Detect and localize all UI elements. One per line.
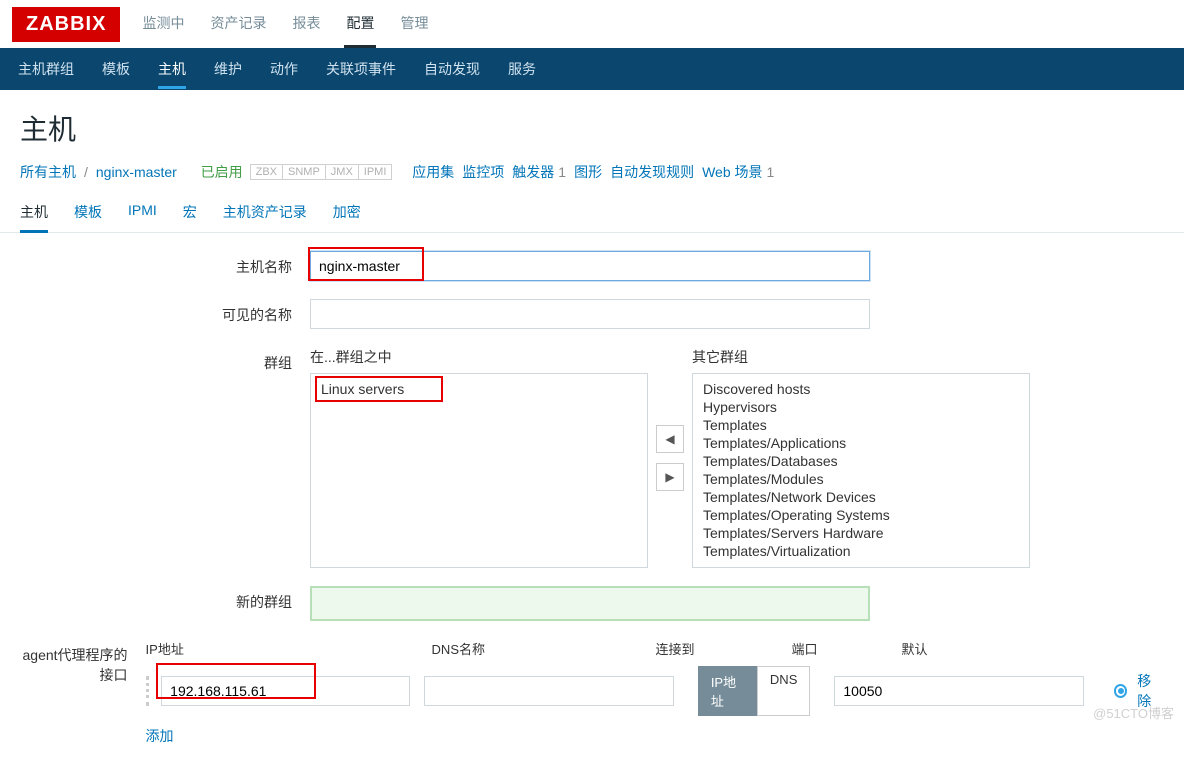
web-count: 1 <box>767 164 775 180</box>
subnav-hostgroups[interactable]: 主机群组 <box>18 49 74 89</box>
new-group-label: 新的群组 <box>20 586 310 612</box>
subnav-hosts[interactable]: 主机 <box>158 49 186 89</box>
list-item[interactable]: Templates/Applications <box>703 434 1019 452</box>
list-item[interactable]: Templates/Virtualization <box>703 542 1019 560</box>
list-item[interactable]: Hypervisors <box>703 398 1019 416</box>
tab-host[interactable]: 主机 <box>20 194 48 233</box>
logo[interactable]: ZABBIX <box>12 7 120 42</box>
topnav-monitoring[interactable]: 监测中 <box>140 1 186 48</box>
col-dns: DNS名称 <box>432 639 656 658</box>
link-items[interactable]: 监控项 <box>462 162 504 182</box>
list-item[interactable]: Templates/Databases <box>703 452 1019 470</box>
agent-interface-label: agent代理程序的接口 <box>20 639 146 685</box>
drag-handle-icon[interactable] <box>146 676 158 706</box>
topnav-administration[interactable]: 管理 <box>398 1 430 48</box>
tab-encryption[interactable]: 加密 <box>333 194 361 232</box>
tab-templates[interactable]: 模板 <box>74 194 102 232</box>
connect-toggle: IP地址 DNS <box>698 666 811 716</box>
badge-jmx: JMX <box>325 164 359 180</box>
dns-input[interactable] <box>424 676 673 706</box>
sub-nav: 主机群组 模板 主机 维护 动作 关联项事件 自动发现 服务 <box>0 48 1184 90</box>
subnav-maintenance[interactable]: 维护 <box>214 49 242 89</box>
move-right-button[interactable]: ▶ <box>656 463 684 491</box>
breadcrumb: 所有主机 / nginx-master 已启用 ZBX SNMP JMX IPM… <box>0 158 1184 194</box>
triggers-count: 1 <box>558 164 566 180</box>
list-item[interactable]: Templates/Modules <box>703 470 1019 488</box>
iface-header: IP地址 DNS名称 连接到 端口 默认 <box>146 639 1164 658</box>
top-nav: 监测中 资产记录 报表 配置 管理 <box>140 1 430 48</box>
subnav-discovery[interactable]: 自动发现 <box>424 49 480 89</box>
link-web[interactable]: Web 场景 <box>702 162 762 182</box>
crumb-host[interactable]: nginx-master <box>96 164 177 180</box>
host-status: 已启用 <box>201 162 243 182</box>
move-left-button[interactable]: ◀ <box>656 425 684 453</box>
subnav-actions[interactable]: 动作 <box>270 49 298 89</box>
topnav-configuration[interactable]: 配置 <box>344 1 376 48</box>
ip-input[interactable] <box>161 676 410 706</box>
host-name-label: 主机名称 <box>20 251 310 277</box>
list-item[interactable]: Linux servers <box>321 380 637 398</box>
in-groups-list[interactable]: Linux servers <box>310 373 648 568</box>
new-group-input[interactable] <box>310 586 870 621</box>
availability-badges: ZBX SNMP JMX IPMI <box>251 164 393 180</box>
list-item[interactable]: Discovered hosts <box>703 380 1019 398</box>
crumb-all-hosts[interactable]: 所有主机 <box>20 162 76 182</box>
crumb-sep: / <box>84 164 88 180</box>
link-graphs[interactable]: 图形 <box>574 162 602 182</box>
topnav-reports[interactable]: 报表 <box>290 1 322 48</box>
watermark: @51CTO博客 <box>1093 703 1174 722</box>
tab-inventory[interactable]: 主机资产记录 <box>223 194 307 232</box>
badge-snmp: SNMP <box>282 164 326 180</box>
col-ip: IP地址 <box>146 639 432 658</box>
col-default: 默认 <box>902 639 962 658</box>
other-groups-list[interactable]: Discovered hosts Hypervisors Templates T… <box>692 373 1030 568</box>
tab-macros[interactable]: 宏 <box>183 194 197 232</box>
port-input[interactable] <box>834 676 1083 706</box>
add-interface-link[interactable]: 添加 <box>146 726 174 746</box>
subnav-services[interactable]: 服务 <box>508 49 536 89</box>
groups-label: 群组 <box>20 347 310 373</box>
list-item[interactable]: Templates <box>703 416 1019 434</box>
link-triggers[interactable]: 触发器 <box>512 162 554 182</box>
badge-zbx: ZBX <box>250 164 283 180</box>
col-port: 端口 <box>792 639 902 658</box>
page-title: 主机 <box>0 90 1184 158</box>
list-item[interactable]: Templates/Servers Hardware <box>703 524 1019 542</box>
default-radio[interactable] <box>1114 684 1128 698</box>
config-tabs: 主机 模板 IPMI 宏 主机资产记录 加密 <box>0 194 1184 233</box>
in-groups-label: 在...群组之中 <box>310 347 648 367</box>
visible-name-input[interactable] <box>310 299 870 329</box>
link-applications[interactable]: 应用集 <box>412 162 454 182</box>
topnav-inventory[interactable]: 资产记录 <box>208 1 268 48</box>
connect-ip-button[interactable]: IP地址 <box>698 666 757 716</box>
list-item[interactable]: Templates/Operating Systems <box>703 506 1019 524</box>
link-discovery-rules[interactable]: 自动发现规则 <box>610 162 694 182</box>
visible-name-label: 可见的名称 <box>20 299 310 325</box>
subnav-correlation[interactable]: 关联项事件 <box>326 49 396 89</box>
tab-ipmi[interactable]: IPMI <box>128 194 157 232</box>
connect-dns-button[interactable]: DNS <box>757 666 810 716</box>
other-groups-label: 其它群组 <box>692 347 1030 367</box>
list-item[interactable]: Templates/Network Devices <box>703 488 1019 506</box>
host-name-input[interactable] <box>310 251 870 281</box>
col-connect: 连接到 <box>656 639 792 658</box>
badge-ipmi: IPMI <box>358 164 393 180</box>
subnav-templates[interactable]: 模板 <box>102 49 130 89</box>
